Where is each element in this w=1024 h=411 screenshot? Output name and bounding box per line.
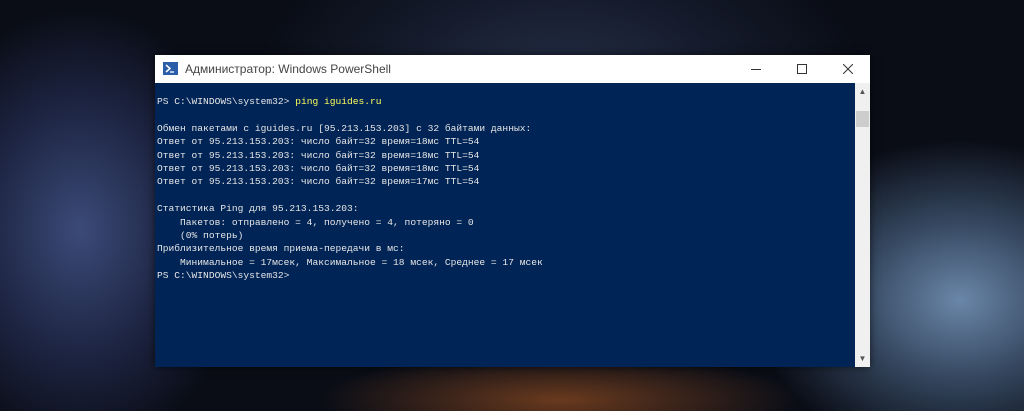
console-line: Ответ от 95.213.153.203: число байт=32 в…: [157, 176, 480, 188]
console-line: Статистика Ping для 95.213.153.203:: [157, 203, 359, 215]
close-button[interactable]: [825, 55, 871, 83]
scrollbar-thumb[interactable]: [856, 111, 869, 127]
console-output[interactable]: PS C:\WINDOWS\system32> ping iguides.ru …: [155, 83, 855, 367]
console-line: Ответ от 95.213.153.203: число байт=32 в…: [157, 136, 480, 148]
maximize-button[interactable]: [779, 55, 825, 83]
scroll-down-icon[interactable]: ▼: [855, 354, 870, 363]
powershell-icon: [163, 62, 178, 75]
console-line: Пакетов: отправлено = 4, получено = 4, п…: [157, 216, 474, 228]
vertical-scrollbar[interactable]: ▲ ▼: [855, 83, 870, 367]
title-bar[interactable]: Администратор: Windows PowerShell: [155, 55, 870, 83]
console-line: Обмен пакетами с iguides.ru [95.213.153.…: [157, 122, 532, 134]
window-title: Администратор: Windows PowerShell: [185, 62, 391, 76]
minimize-icon: [751, 69, 761, 70]
powershell-window: Администратор: Windows PowerShell PS C:\…: [155, 55, 870, 367]
minimize-button[interactable]: [733, 55, 779, 83]
command: ping iguides.ru: [295, 96, 382, 107]
prompt: PS C:\WINDOWS\system32>: [157, 96, 296, 107]
console-line: PS C:\WINDOWS\system32>: [157, 270, 290, 282]
console-line: Ответ от 95.213.153.203: число байт=32 в…: [157, 163, 480, 175]
console-line: Ответ от 95.213.153.203: число байт=32 в…: [157, 149, 480, 161]
console-line: Минимальное = 17мсек, Максимальное = 18 …: [157, 256, 543, 268]
console-line: Приблизительное время приема-передачи в …: [157, 243, 405, 255]
close-icon: [843, 64, 853, 74]
scroll-up-icon[interactable]: ▲: [855, 87, 870, 96]
console-line: (0% потерь): [157, 230, 244, 242]
maximize-icon: [797, 64, 807, 74]
